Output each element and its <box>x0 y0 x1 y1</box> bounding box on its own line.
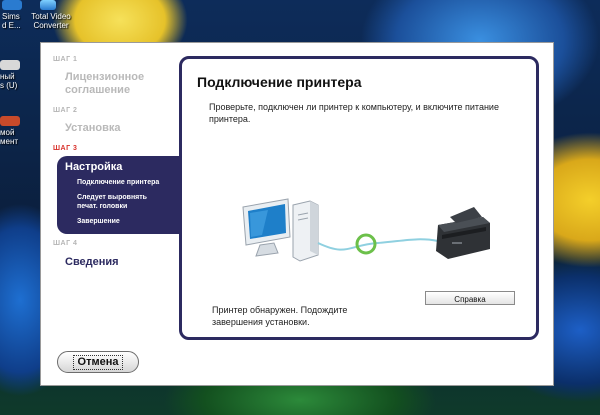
cancel-button[interactable]: Отмена <box>57 351 139 373</box>
sims-app-icon <box>2 0 22 10</box>
desktop-icon-label: мой мент <box>0 128 19 146</box>
substep-finish: Завершение <box>77 218 120 225</box>
cancel-button-label: Отмена <box>72 354 124 370</box>
substep-align-print-heads: Следует выровнять печат. головки <box>77 194 147 210</box>
usb-cable <box>317 238 439 251</box>
printer-connection-illustration <box>242 198 490 262</box>
desktop-icon-document[interactable]: мой мент <box>0 116 26 146</box>
step2-label: ШАГ 2 <box>53 107 78 114</box>
drive-icon <box>0 60 20 70</box>
desktop-icon-label: Sims d E... <box>2 12 21 30</box>
step4-title: Сведения <box>65 256 119 268</box>
instruction-text: Проверьте, подключен ли принтер к компью… <box>209 102 499 124</box>
step4-label: ШАГ 4 <box>53 240 78 247</box>
substep-printer-connection: Подключение принтера <box>77 179 160 186</box>
steps-sidebar: ШАГ 1 Лицензионное соглашение ШАГ 2 Уста… <box>41 43 179 343</box>
document-icon <box>0 116 20 126</box>
step3-title: Настройка <box>65 161 123 173</box>
monitor-icon <box>242 198 291 257</box>
step3-active-block: Настройка Подключение принтера Следует в… <box>57 156 179 234</box>
page-title: Подключение принтера <box>197 74 362 90</box>
step1-label: ШАГ 1 <box>53 56 78 63</box>
desktop-icon-drive[interactable]: ный s (U) <box>0 60 26 90</box>
desktop-icon-sims[interactable]: Sims d E... <box>2 0 28 30</box>
step1-title: Лицензионное соглашение <box>65 71 145 96</box>
printer-icon <box>436 207 490 259</box>
installer-window: ШАГ 1 Лицензионное соглашение ШАГ 2 Уста… <box>40 42 554 386</box>
desktop-icon-label: Total Video Converter <box>31 12 71 30</box>
desktop-icon-total-video-converter[interactable]: Total Video Converter <box>30 0 72 30</box>
step3-label: ШАГ 3 <box>53 145 78 152</box>
help-button[interactable]: Справка <box>425 291 515 305</box>
step2-title: Установка <box>65 122 121 134</box>
computer-tower-icon <box>292 200 319 262</box>
status-message: Принтер обнаружен. Подождите завершения … <box>212 305 348 327</box>
desktop-icon-label: ный s (U) <box>0 72 18 90</box>
content-panel: Подключение принтера Проверьте, подключе… <box>179 56 539 340</box>
video-converter-icon <box>40 0 56 10</box>
